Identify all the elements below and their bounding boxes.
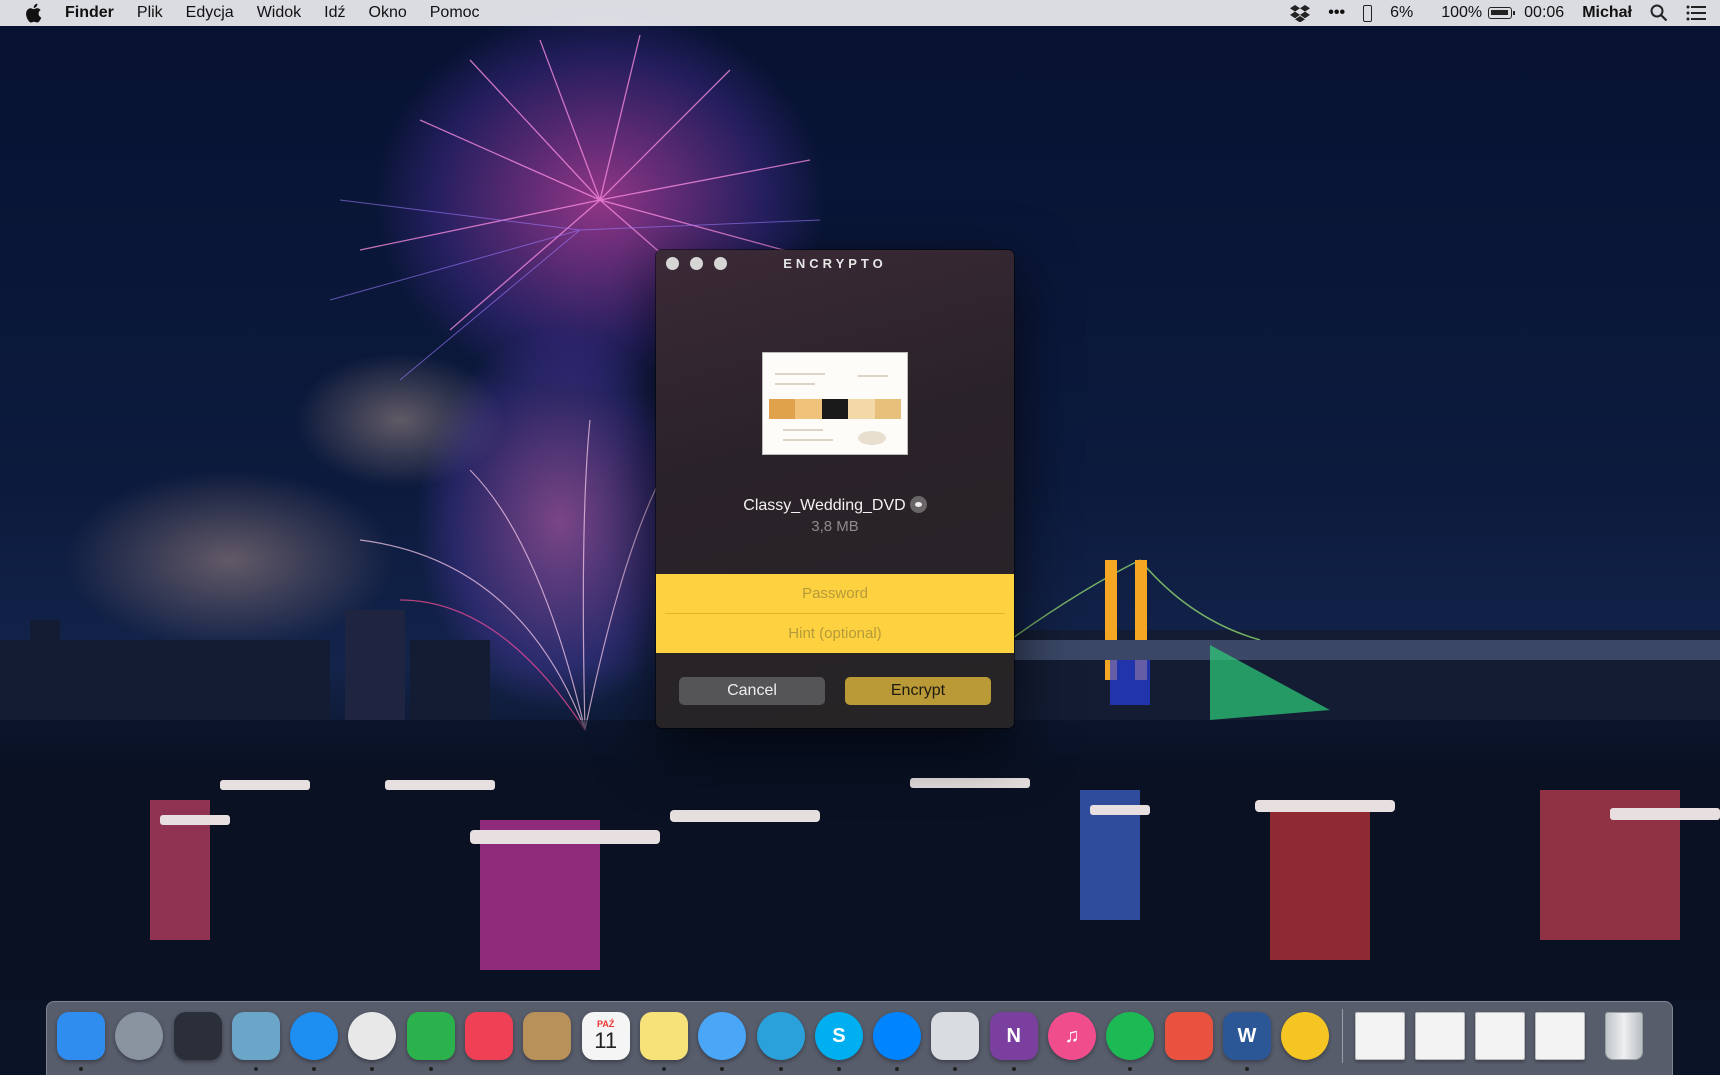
word-icon[interactable]: W — [1222, 1012, 1271, 1071]
window-title: ENCRYPTO — [783, 256, 887, 271]
running-indicator — [253, 1067, 258, 1071]
telegram-icon[interactable] — [756, 1012, 805, 1071]
downloader-icon[interactable] — [1164, 1012, 1213, 1060]
battery-icon[interactable] — [1488, 7, 1516, 19]
menu-edycja[interactable]: Edycja — [186, 4, 234, 22]
cancel-button[interactable]: Cancel — [679, 677, 825, 705]
mission-control-icon[interactable] — [173, 1012, 222, 1060]
notification-center-icon[interactable] — [1686, 5, 1706, 21]
running-indicator — [1011, 1067, 1016, 1071]
notes-icon[interactable] — [639, 1012, 688, 1071]
file-name-text: Classy_Wedding_DVD — [743, 497, 906, 514]
running-indicator — [312, 1067, 317, 1071]
running-indicator — [1244, 1067, 1249, 1071]
calendar-icon[interactable]: PAŹ 11 — [581, 1012, 630, 1060]
messenger-icon[interactable] — [873, 1012, 922, 1071]
battery-percent: 100% — [1441, 4, 1483, 21]
user-name[interactable]: Michał — [1582, 4, 1632, 22]
skype-icon[interactable]: S — [814, 1012, 863, 1071]
encrypto-icon[interactable] — [1281, 1012, 1330, 1060]
running-indicator — [661, 1067, 666, 1071]
running-indicator — [895, 1067, 900, 1071]
encrypto-window[interactable]: ENCRYPTO Classy_Wedding_DVD 3,8 MB Cance… — [656, 250, 1014, 728]
mail-icon[interactable] — [231, 1012, 280, 1071]
hint-input[interactable] — [665, 614, 1005, 653]
window-titlebar[interactable]: ENCRYPTO — [656, 250, 1014, 278]
running-indicator — [720, 1067, 725, 1071]
more-icon[interactable]: ••• — [1328, 4, 1345, 22]
running-indicator — [953, 1067, 958, 1071]
itunes-glyph: ♫ — [1064, 1024, 1080, 1047]
dock-documents-stack[interactable] — [1414, 1012, 1465, 1060]
file-size: 3,8 MB — [811, 518, 859, 535]
dropbox-icon[interactable] — [1290, 4, 1311, 22]
password-input[interactable] — [665, 574, 1005, 613]
menu-okno[interactable]: Okno — [369, 4, 407, 22]
dock-recent-document-2[interactable] — [1534, 1012, 1585, 1060]
spotify-icon[interactable] — [1106, 1012, 1155, 1071]
running-indicator — [370, 1067, 375, 1071]
dock-downloads-stack[interactable] — [1354, 1012, 1405, 1060]
finder-icon[interactable] — [57, 1012, 105, 1071]
dock: PAŹ 11 S N ♫ W — [46, 1001, 1673, 1075]
feedly-icon[interactable] — [406, 1012, 455, 1071]
trash-icon[interactable] — [1604, 1012, 1643, 1060]
dock-separator — [1341, 1009, 1343, 1063]
menu-idz[interactable]: Idź — [324, 4, 345, 22]
running-indicator — [79, 1067, 83, 1071]
clock[interactable]: 00:06 — [1524, 4, 1564, 22]
menu-app-finder[interactable]: Finder — [65, 4, 114, 22]
dock-recent-document-1[interactable] — [1474, 1012, 1525, 1060]
contacts-icon[interactable] — [523, 1012, 572, 1060]
running-indicator — [778, 1067, 783, 1071]
preview-icon[interactable] — [931, 1012, 980, 1071]
menu-bar: Finder Plik Edycja Widok Idź Okno Pomoc … — [0, 0, 1720, 26]
menu-widok[interactable]: Widok — [257, 4, 301, 22]
itunes-icon[interactable]: ♫ — [1048, 1012, 1097, 1060]
safari-icon[interactable] — [290, 1012, 339, 1071]
menu-plik[interactable]: Plik — [137, 4, 163, 22]
credentials-panel — [656, 574, 1014, 653]
messages-icon[interactable] — [698, 1012, 747, 1071]
file-thumbnail[interactable] — [762, 352, 908, 455]
running-indicator — [428, 1067, 433, 1071]
launchpad-icon[interactable] — [115, 1012, 164, 1060]
eye-icon[interactable] — [909, 496, 927, 513]
apple-icon[interactable] — [24, 3, 42, 23]
chrome-icon[interactable] — [348, 1012, 397, 1071]
spotlight-search-icon[interactable] — [1650, 4, 1668, 22]
onenote-glyph: N — [1006, 1024, 1021, 1047]
menu-pomoc[interactable]: Pomoc — [430, 4, 480, 22]
file-name: Classy_Wedding_DVD — [656, 496, 1014, 515]
onenote-icon[interactable]: N — [989, 1012, 1038, 1071]
pocket-icon[interactable] — [465, 1012, 514, 1060]
phone-icon[interactable] — [1363, 4, 1373, 22]
calendar-day: 11 — [594, 1028, 618, 1053]
cpu-percent[interactable]: 6% — [1390, 4, 1413, 22]
encrypt-button[interactable]: Encrypt — [845, 677, 991, 705]
running-indicator — [1128, 1067, 1133, 1071]
word-glyph: W — [1237, 1024, 1257, 1047]
skype-glyph: S — [832, 1024, 846, 1047]
running-indicator — [836, 1067, 841, 1071]
